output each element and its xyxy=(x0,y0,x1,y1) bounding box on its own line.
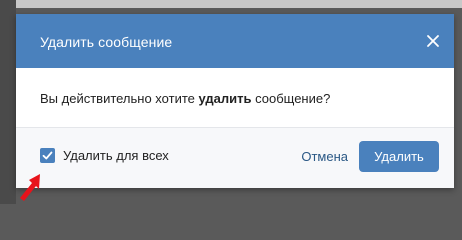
dialog-title: Удалить сообщение xyxy=(40,34,173,50)
dialog-body: Вы действительно хотите удалить сообщени… xyxy=(16,68,454,128)
backdrop-top xyxy=(0,0,462,8)
checkmark-icon xyxy=(42,151,53,160)
message-text-bold: удалить xyxy=(198,91,252,106)
checkbox-box[interactable] xyxy=(40,148,55,163)
message-text-before: Вы действительно хотите xyxy=(40,91,199,106)
dialog-footer: Удалить для всех Отмена Удалить xyxy=(16,127,454,188)
message-text-after: сообщение? xyxy=(251,91,331,106)
backdrop-left xyxy=(0,0,16,204)
dialog-header: Удалить сообщение xyxy=(16,14,454,68)
delete-message-dialog: Удалить сообщение Вы действительно хотит… xyxy=(16,14,454,188)
checkbox-label: Удалить для всех xyxy=(63,148,169,163)
confirmation-message: Вы действительно хотите удалить сообщени… xyxy=(40,91,330,106)
cancel-button[interactable]: Отмена xyxy=(301,149,348,164)
red-arrow-annotation xyxy=(20,174,40,201)
close-button[interactable] xyxy=(424,32,442,50)
delete-button[interactable]: Удалить xyxy=(359,141,439,172)
delete-for-all-checkbox[interactable]: Удалить для всех xyxy=(40,148,169,163)
close-icon xyxy=(427,35,439,47)
